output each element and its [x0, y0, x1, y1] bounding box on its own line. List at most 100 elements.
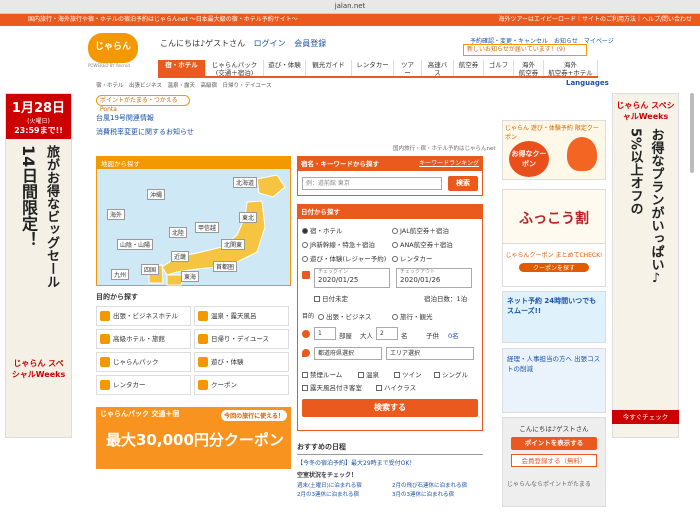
filter-single-label: シングル: [442, 371, 468, 379]
region-tohoku[interactable]: 東北: [239, 212, 258, 223]
greeting-text: こんにちは♪ゲストさん: [160, 39, 246, 48]
right-sale-banner[interactable]: じゃらん スペシャルWeeks 5%以上オフの お得なプランがいっぱい♪: [612, 93, 679, 438]
cat-jalan-pack[interactable]: じゃらんパック: [96, 352, 191, 372]
keyword-input[interactable]: 例：道前館 東京: [302, 177, 442, 190]
search-submit-button[interactable]: 検索する: [302, 399, 478, 417]
cat-luxury[interactable]: 高級ホテル・旅館: [96, 329, 191, 349]
region-tokai[interactable]: 東海: [181, 271, 200, 282]
cat-rentacar[interactable]: レンタカー: [96, 375, 191, 395]
tax-link[interactable]: 消費税率変更に関するお知らせ: [96, 127, 194, 137]
checkbox-icon: [302, 372, 308, 378]
filter-twin-label: ツイン: [402, 371, 422, 379]
area-select[interactable]: エリア選択: [386, 347, 474, 360]
url-field[interactable]: jalan.net: [318, 2, 382, 12]
register-button[interactable]: 会員登録する（無料）: [511, 454, 597, 467]
region-koshinetsu[interactable]: 甲信越: [195, 222, 220, 233]
greeting: こんにちは♪ゲストさん ログイン 会員登録: [160, 38, 326, 49]
top-banner-links[interactable]: 海外ツアーはエイビーロード｜サイトのご利用方法｜ヘルプ/問い合わせ: [498, 14, 692, 26]
typhoon-link[interactable]: 台風19号関連情報: [96, 113, 194, 123]
region-shutoken[interactable]: 首都圏: [213, 261, 238, 272]
tab-rentacar[interactable]: レンタカー: [352, 60, 394, 76]
cat-coupon[interactable]: クーポン: [194, 375, 289, 395]
children-link[interactable]: 0名: [448, 330, 459, 340]
opt-hotel[interactable]: 宿・ホテル: [302, 225, 343, 235]
tab-guide[interactable]: 観光ガイド: [306, 60, 352, 76]
check-now-button[interactable]: 今すぐチェック: [612, 410, 679, 424]
tab-overseas-hotel[interactable]: 海外 航空券+ホテル: [544, 60, 598, 77]
opt-ana-label: ANA航空券＋宿泊: [400, 241, 453, 249]
recommend-item[interactable]: 週末(土曜日)に泊まれる宿: [297, 481, 388, 489]
languages-menu[interactable]: Languages: [566, 79, 609, 87]
activity-coupon-ad[interactable]: じゃらん 遊び・体験予約 限定クーポン お得なクーポン: [502, 120, 606, 180]
tab-tour[interactable]: ツアー: [394, 60, 422, 77]
recommend-item[interactable]: 3月の3連休に泊まれる宿: [392, 490, 483, 498]
cat-business[interactable]: 出張・ビジネスホテル: [96, 306, 191, 326]
cat-dayuse[interactable]: 日帰り・デイユース: [194, 329, 289, 349]
keyword-ranking-link[interactable]: キーワードランキング: [419, 158, 479, 167]
tab-bus[interactable]: 高速バス: [422, 60, 454, 77]
region-hokuriku[interactable]: 北陸: [169, 227, 188, 238]
special-weeks-logo: じゃらん スペシャルWeeks: [11, 359, 66, 379]
filter-onsen[interactable]: 温泉: [358, 369, 379, 379]
notification-bubble[interactable]: 新しいお知らせが届いています！(9): [463, 44, 587, 56]
jpack-tag: 今回の旅行に使える！: [221, 410, 287, 421]
opt-leisure[interactable]: 旅行・観光: [392, 311, 433, 321]
opt-rentacar[interactable]: レンタカー: [392, 253, 433, 263]
tab-hotel[interactable]: 宿・ホテル: [158, 60, 206, 76]
recommend-item[interactable]: 2月の3連休に泊まれる宿: [297, 490, 388, 498]
filter-nonsmoking[interactable]: 禁煙ルーム: [302, 369, 342, 379]
ponta-badge[interactable]: ポイントがたまる・つかえる Ponta: [96, 95, 190, 113]
jalan-logo[interactable]: じゃらん: [88, 33, 138, 63]
opt-business[interactable]: 出張・ビジネス: [318, 311, 372, 321]
tab-golf[interactable]: ゴルフ: [484, 60, 514, 76]
checkin-field[interactable]: チェックイン 2020/01/25: [314, 268, 390, 288]
tab-activities[interactable]: 遊び・体験: [264, 60, 306, 76]
net-reserve-ad[interactable]: ネット予約 24時間いつでもスムーズ!!: [502, 291, 606, 343]
filter-open-bath[interactable]: 露天風呂付き客室: [302, 382, 362, 392]
recommend-dates: おすすめの日程 【今冬の宿泊予約】最大29時まで受付OK！ 空室状況をチェック！…: [297, 442, 483, 502]
rooms-select[interactable]: 1: [314, 327, 336, 340]
left-sale-banner[interactable]: 1月28日 (火曜日) 23:59まで!! 14日間限定！ 旅がお得なビッグセー…: [5, 93, 72, 438]
login-greet: こんにちは♪ゲストさん: [519, 425, 589, 433]
tab-overseas-air[interactable]: 海外 航空券: [514, 60, 544, 77]
business-trip-ad[interactable]: 経理・人事担当の方へ 出張コストの削減: [502, 348, 606, 413]
keyword-search-button[interactable]: 検索: [448, 176, 478, 191]
region-hokkaido[interactable]: 北海道: [233, 177, 258, 188]
tab-jalan-pack[interactable]: じゃらんパック (交通＋宿泊): [206, 60, 264, 77]
checkout-field[interactable]: チェックアウト 2020/01/26: [396, 268, 472, 288]
cat-onsen[interactable]: 温泉・露天風呂: [194, 306, 289, 326]
region-kinki[interactable]: 近畿: [171, 251, 190, 262]
cat-rentacar-label: レンタカー: [113, 381, 146, 389]
japan-map[interactable]: 地図から探す 北海道 沖縄 海外 東北 甲信越 北陸 北関東 山陰・山陽 近畿 …: [96, 156, 291, 286]
date-undecided[interactable]: 日付未定: [314, 293, 348, 303]
prefecture-select[interactable]: 都道府県選択: [314, 347, 382, 360]
login-box: こんにちは♪ゲストさん ポイントを表示する 会員登録する（無料） じゃらんならポ…: [502, 417, 606, 507]
region-sanin-sanyo[interactable]: 山陰・山陽: [117, 239, 154, 250]
scrollbar[interactable]: [690, 93, 694, 173]
filter-twin[interactable]: ツイン: [394, 369, 422, 379]
login-link[interactable]: ログイン: [254, 39, 286, 48]
opt-jal[interactable]: JAL航空券＋宿泊: [392, 225, 449, 235]
tab-air[interactable]: 航空券: [454, 60, 484, 76]
coupon-search-button[interactable]: クーポンを探す: [519, 263, 589, 272]
opt-activity[interactable]: 遊び・体験(レジャー予約): [302, 253, 386, 263]
opt-jr[interactable]: JR新幹線・特急＋宿泊: [302, 239, 375, 249]
region-overseas[interactable]: 海外: [107, 209, 126, 220]
cat-activities[interactable]: 遊び・体験: [194, 352, 289, 372]
opt-ana[interactable]: ANA航空券＋宿泊: [392, 239, 453, 249]
filter-single[interactable]: シングル: [434, 369, 468, 379]
show-points-button[interactable]: ポイントを表示する: [511, 437, 597, 450]
filter-highclass[interactable]: ハイクラス: [376, 382, 416, 392]
recommend-banner[interactable]: 【今冬の宿泊予約】最大29時まで受付OK！: [297, 458, 483, 467]
fukko-wari-ad[interactable]: ふっこう割: [502, 189, 606, 249]
region-kitakanto[interactable]: 北関東: [221, 239, 246, 250]
sub-nav[interactable]: 宿・ホテル 出張ビジネス 温泉・露天 高級宿 日帰り・デイユース: [96, 81, 272, 89]
register-link[interactable]: 会員登録: [294, 39, 326, 48]
region-okinawa[interactable]: 沖縄: [147, 189, 166, 200]
coupon-check-ad[interactable]: じゃらんクーポン まとめてCHECK! クーポンを探す: [502, 243, 606, 287]
recommend-item[interactable]: 2月の飛び石連休に泊まれる宿: [392, 481, 483, 489]
region-kyushu[interactable]: 九州: [111, 269, 130, 280]
region-shikoku[interactable]: 四国: [141, 264, 160, 275]
jalan-pack-banner[interactable]: じゃらんパック 交通＋宿 今回の旅行に使える！ 最大30,000円分クーポン: [96, 407, 291, 469]
adults-select[interactable]: 2: [376, 327, 398, 340]
